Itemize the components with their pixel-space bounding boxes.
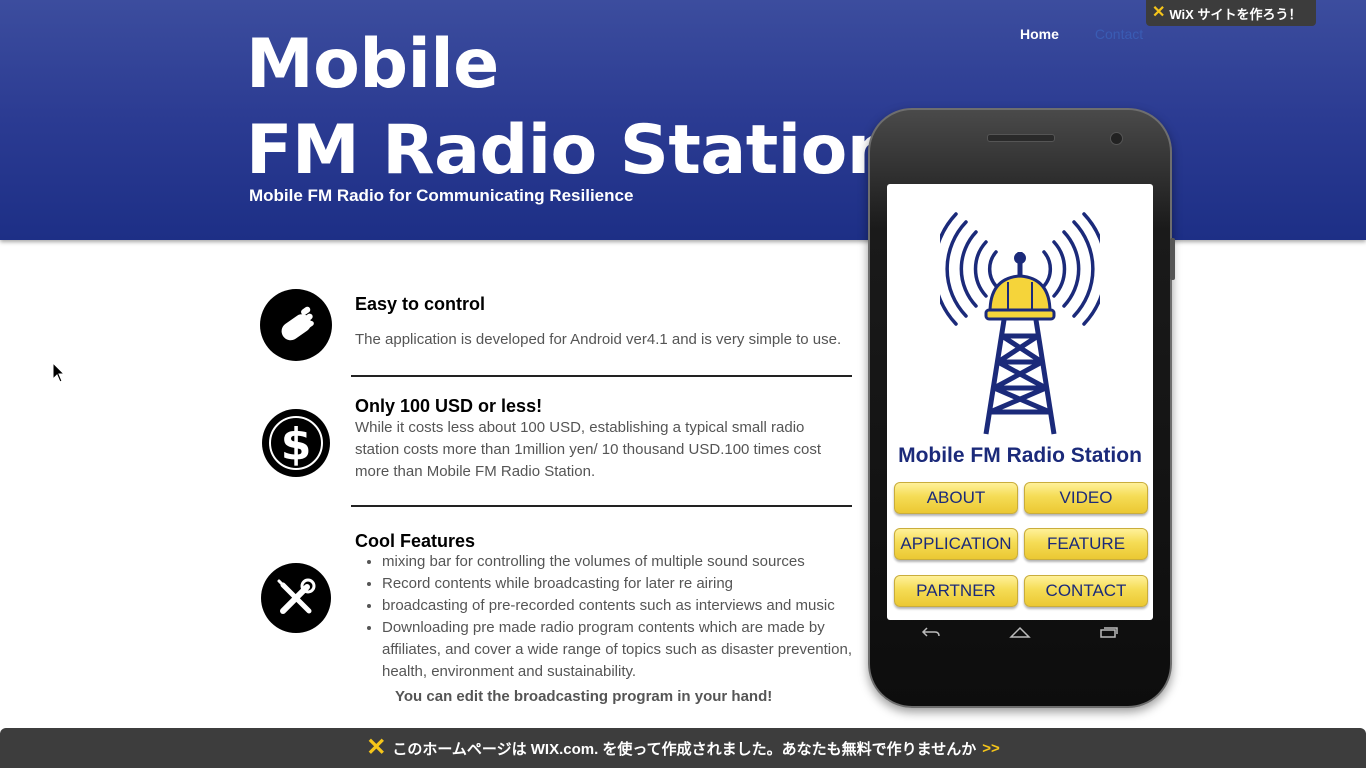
feature-text-price: While it costs less about 100 USD, estab…: [355, 419, 822, 480]
site-title-line1: Mobile: [246, 25, 499, 104]
footer-arrow: >>: [982, 739, 1000, 757]
partner-button[interactable]: PARTNER: [894, 575, 1018, 607]
wix-crown-icon: ✕: [366, 734, 387, 761]
home-icon: [1009, 626, 1031, 638]
feature-button[interactable]: FEATURE: [1024, 528, 1148, 560]
list-item: broadcasting of pre-recorded contents su…: [382, 595, 862, 617]
list-item: Downloading pre made radio program conte…: [382, 617, 862, 683]
section-divider: [351, 375, 852, 377]
radio-tower-logo-icon: [940, 212, 1100, 435]
site-title: Mobile FM Radio Station: [246, 22, 895, 194]
application-button[interactable]: APPLICATION: [894, 528, 1018, 560]
feature-title-price: Only 100 USD or less!: [355, 396, 543, 416]
feature-list: mixing bar for controlling the volumes o…: [364, 551, 862, 683]
about-button[interactable]: ABOUT: [894, 482, 1018, 514]
dollar-icon: $: [262, 409, 330, 477]
nav-contact[interactable]: Contact: [1095, 26, 1143, 42]
feature-title-easy: Easy to control: [355, 294, 486, 314]
list-item: mixing bar for controlling the volumes o…: [382, 551, 862, 573]
wix-footer-banner[interactable]: ✕ このホームページは WIX.com. を使って作成されました。あなたも無料で…: [0, 728, 1366, 768]
closing-text: You can edit the broadcasting program in…: [395, 688, 773, 705]
site-title-line2: FM Radio Station: [246, 111, 895, 190]
app-title: Mobile FM Radio Station: [898, 444, 1142, 467]
svg-text:$: $: [281, 419, 312, 470]
footer-text: このホームページは WIX.com. を使って作成されました。あなたも無料で作り…: [392, 740, 977, 758]
wix-create-site-badge[interactable]: ✕ WiX サイトを作ろう！: [1146, 0, 1316, 26]
video-button[interactable]: VIDEO: [1024, 482, 1148, 514]
phone-side-button: [1170, 238, 1175, 280]
phone-camera: [1110, 132, 1123, 145]
feature-text-easy: The application is developed for Android…: [355, 331, 842, 348]
phone-speaker: [987, 134, 1055, 142]
feature-title-cool: Cool Features: [355, 531, 476, 551]
wix-badge-label: WiX サイトを作ろう！: [1169, 6, 1302, 22]
wix-logo-icon: ✕: [1152, 4, 1166, 21]
tools-icon: [261, 563, 331, 633]
top-nav: Home Contact: [1020, 26, 1179, 42]
nav-home[interactable]: Home: [1020, 26, 1059, 42]
back-icon: [921, 627, 940, 637]
list-item: Record contents while broadcasting for l…: [382, 573, 862, 595]
hand-icon: [260, 289, 332, 361]
phone-nav-bar: [887, 620, 1153, 644]
section-divider: [351, 505, 852, 507]
recent-apps-icon: [1100, 627, 1118, 638]
contact-button[interactable]: CONTACT: [1024, 575, 1148, 607]
mouse-cursor-icon: [52, 362, 66, 383]
site-tagline: Mobile FM Radio for Communicating Resili…: [249, 186, 634, 205]
